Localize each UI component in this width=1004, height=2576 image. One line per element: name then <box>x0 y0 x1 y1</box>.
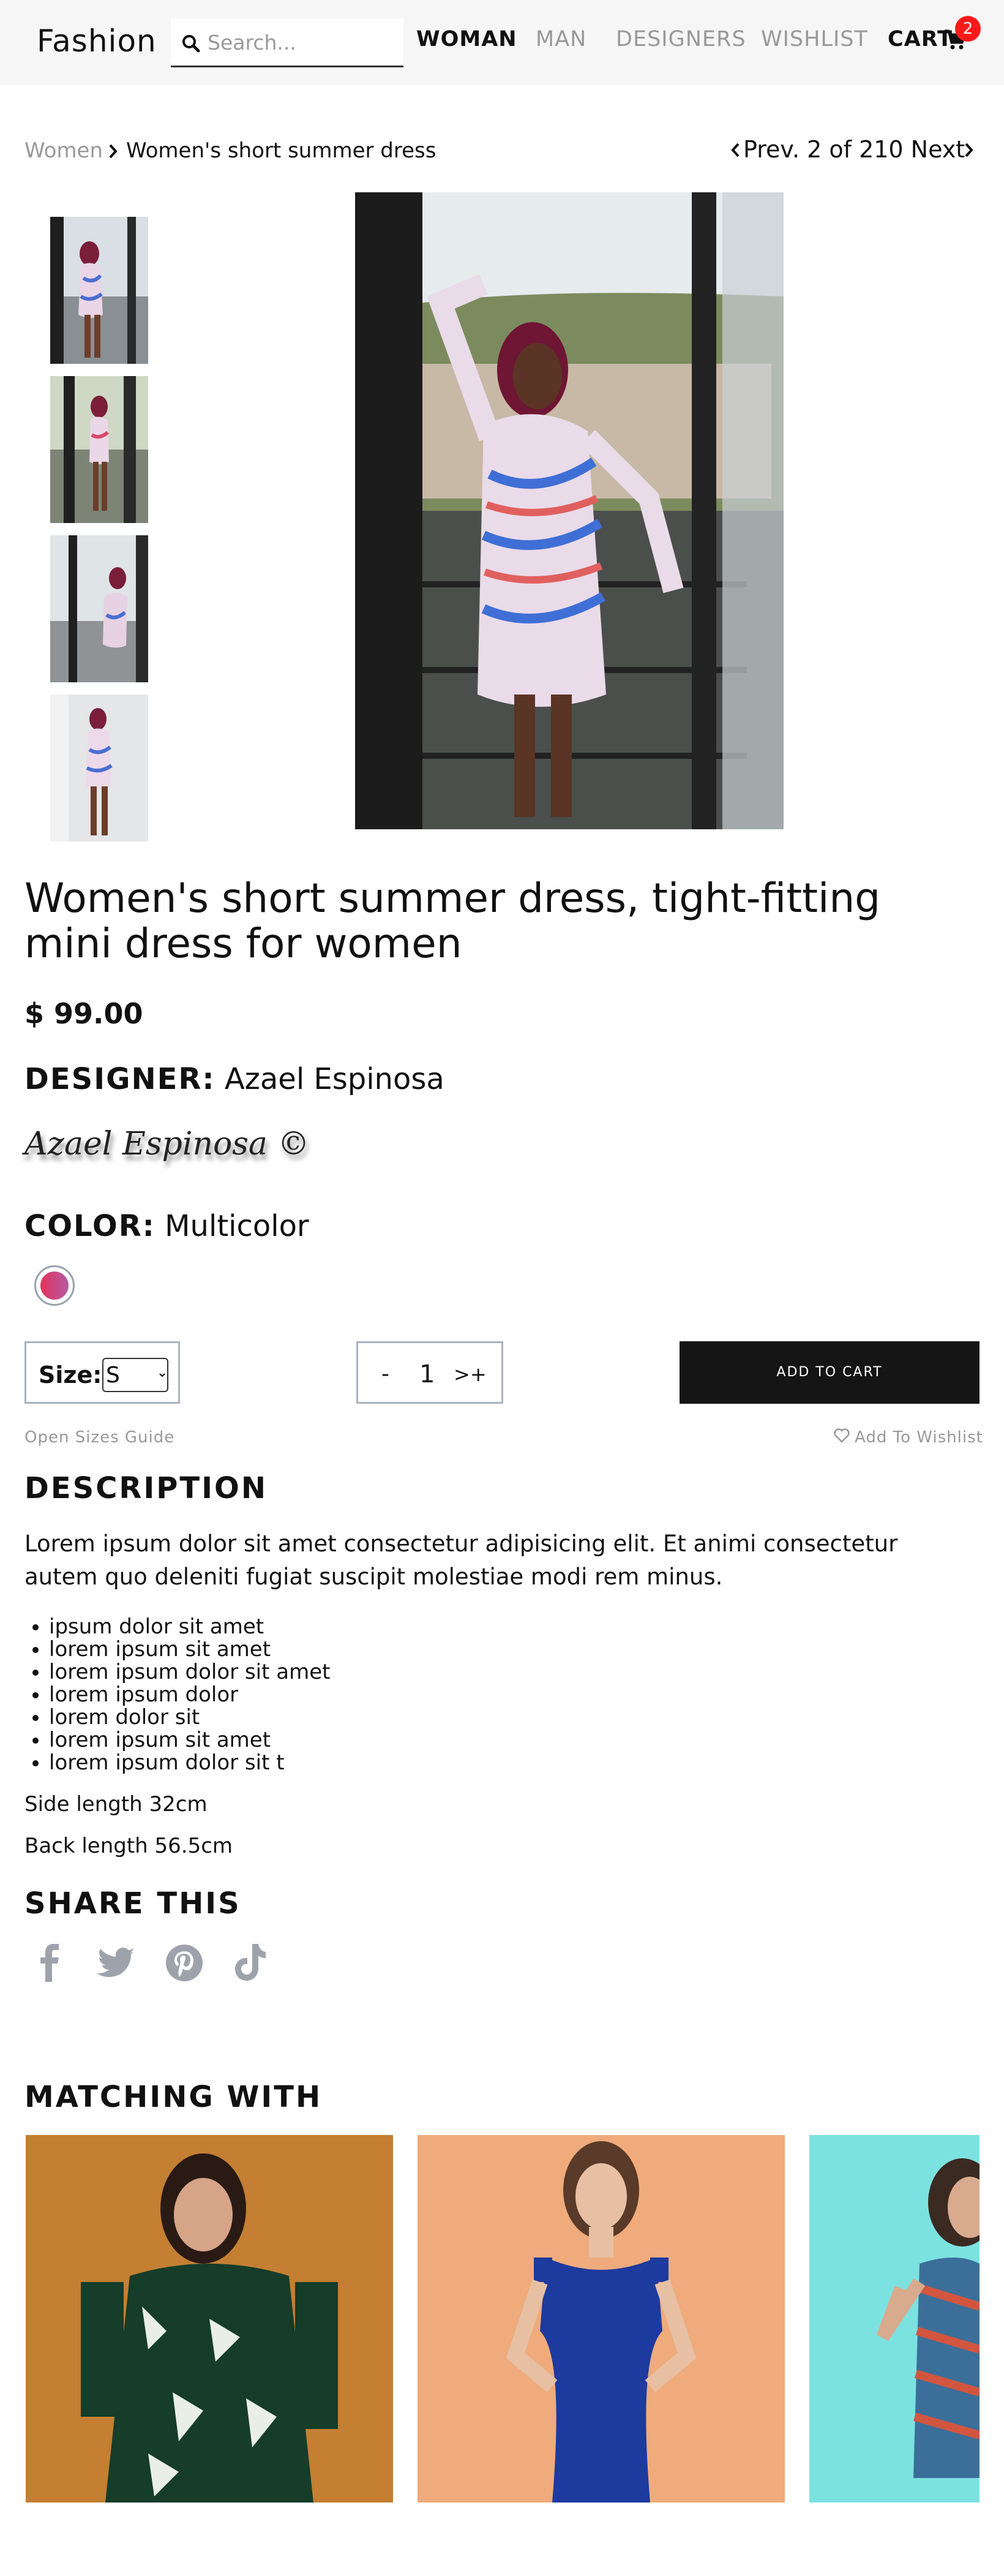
matching-heading: MATCHING WITH <box>24 2080 323 2114</box>
search-icon <box>182 35 200 53</box>
nav-woman[interactable]: WOMAN <box>416 27 517 51</box>
thumbnail-4[interactable] <box>50 695 148 842</box>
pinterest-icon[interactable] <box>165 1944 203 1982</box>
color-row: COLOR: Multicolor <box>24 1209 309 1243</box>
add-to-wishlist-link[interactable]: Add To Wishlist <box>855 1428 983 1447</box>
side-length: Side length 32cm <box>24 1792 208 1817</box>
cart-count-badge: 2 <box>955 16 981 42</box>
site-logo[interactable]: Fashion <box>37 23 157 59</box>
list-item: lorem dolor sit <box>49 1706 330 1729</box>
search-box[interactable] <box>171 18 403 67</box>
chevron-left-icon[interactable] <box>730 142 741 158</box>
matching-product-1[interactable] <box>26 2135 393 2503</box>
list-item: lorem ipsum sit amet <box>49 1729 330 1752</box>
list-item: lorem ipsum dolor <box>49 1684 330 1706</box>
qty-value[interactable]: 1 <box>419 1360 435 1388</box>
feature-list: ipsum dolor sit amet lorem ipsum sit ame… <box>24 1616 330 1774</box>
back-length: Back length 56.5cm <box>24 1834 233 1858</box>
add-to-cart-button[interactable]: ADD TO CART <box>680 1341 980 1404</box>
nav-man[interactable]: MAN <box>536 27 586 51</box>
pager[interactable]: Prev. 2 of 210 Next <box>743 136 965 163</box>
twitter-icon[interactable] <box>97 1948 136 1979</box>
chevron-right-icon[interactable] <box>964 142 975 158</box>
matching-product-3[interactable] <box>809 2135 980 2503</box>
qty-increment-button[interactable]: >+ <box>454 1363 487 1386</box>
list-item: lorem ipsum sit amet <box>49 1638 330 1661</box>
size-select[interactable]: S <box>102 1358 168 1392</box>
designer-signature: Azael Espinosa © <box>24 1126 310 1162</box>
sizes-guide-link[interactable]: Open Sizes Guide <box>24 1428 174 1447</box>
size-selector: Size: S <box>24 1341 180 1404</box>
thumbnail-2[interactable] <box>50 376 148 523</box>
color-swatch-multicolor[interactable] <box>34 1265 75 1306</box>
facebook-icon[interactable] <box>39 1944 61 1982</box>
qty-decrement-button[interactable]: - <box>381 1361 389 1387</box>
share-heading: SHARE THIS <box>24 1886 241 1921</box>
top-navbar: Fashion WOMAN MAN DESIGNERS WISHLIST CAR… <box>0 0 1004 85</box>
description-heading: DESCRIPTION <box>24 1471 268 1505</box>
product-title: Women's short summer dress, tight-fittin… <box>24 875 881 967</box>
thumbnail-1[interactable] <box>50 217 148 364</box>
matching-product-2[interactable] <box>418 2135 785 2503</box>
search-input[interactable] <box>206 28 392 56</box>
breadcrumb-current: Women's short summer dress <box>126 138 436 163</box>
main-product-image[interactable] <box>355 192 784 829</box>
quantity-stepper: - 1 >+ <box>356 1341 503 1404</box>
list-item: lorem ipsum dolor sit amet <box>49 1661 330 1684</box>
chevron-right-icon <box>109 144 118 159</box>
description-text: Lorem ipsum dolor sit amet consectetur a… <box>24 1531 898 1590</box>
nav-wishlist[interactable]: WISHLIST <box>761 27 868 51</box>
list-item: lorem ipsum dolor sit t <box>49 1752 330 1774</box>
nav-designers[interactable]: DESIGNERS <box>616 27 746 51</box>
designer-row: DESIGNER: Azael Espinosa <box>24 1062 444 1096</box>
size-label: Size: <box>39 1361 102 1388</box>
heart-icon[interactable] <box>834 1428 850 1443</box>
designer-label: DESIGNER: <box>24 1062 215 1096</box>
tiktok-icon[interactable] <box>234 1944 266 1981</box>
product-price: $ 99.00 <box>24 997 143 1030</box>
designer-name[interactable]: Azael Espinosa <box>225 1062 444 1096</box>
color-label: COLOR: <box>24 1209 155 1243</box>
color-value: Multicolor <box>165 1209 309 1243</box>
breadcrumb-parent[interactable]: Women <box>24 138 103 163</box>
list-item: ipsum dolor sit amet <box>49 1616 330 1638</box>
thumbnail-3[interactable] <box>50 535 148 682</box>
